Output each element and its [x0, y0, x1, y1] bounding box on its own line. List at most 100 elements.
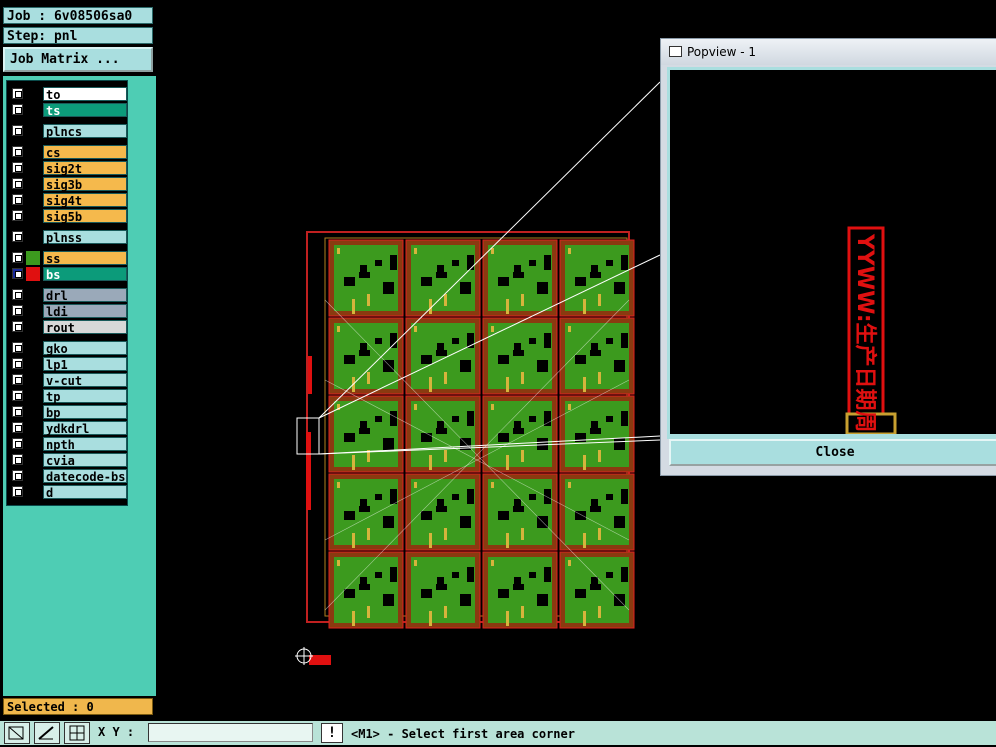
trace-mark [513, 272, 524, 278]
layer-row[interactable]: v-cut [8, 373, 128, 388]
layer-row[interactable]: ldi [8, 304, 128, 319]
layer-checkbox[interactable] [12, 289, 23, 300]
layer-name[interactable]: plnss [43, 230, 127, 245]
snap-button[interactable] [64, 722, 90, 744]
layer-checkbox[interactable] [12, 252, 23, 263]
step-name-field: Step: pnl [3, 27, 153, 44]
layer-row[interactable]: cs [8, 145, 128, 160]
layer-checkbox[interactable] [12, 454, 23, 465]
layer-row[interactable]: bp [8, 405, 128, 420]
layer-row[interactable]: sig4t [8, 193, 128, 208]
trace-mark [590, 506, 601, 512]
layer-checkbox[interactable] [12, 178, 23, 189]
popview-canvas[interactable]: YYWW:生产日期周 [670, 70, 996, 436]
trace-mark [575, 355, 586, 364]
layer-checkbox[interactable] [12, 438, 23, 449]
layer-checkbox[interactable] [12, 146, 23, 157]
trace-mark [429, 611, 432, 626]
layer-row[interactable]: lp1 [8, 357, 128, 372]
layer-name[interactable]: sig5b [43, 209, 127, 224]
trace-mark [598, 294, 601, 306]
layer-color-swatch[interactable] [26, 267, 40, 281]
trace-mark [537, 282, 548, 294]
layer-name[interactable]: datecode-bs [43, 469, 127, 484]
job-matrix-button[interactable]: Job Matrix ... [3, 47, 153, 72]
layer-row[interactable]: d [8, 485, 128, 500]
layer-checkbox[interactable] [12, 104, 23, 115]
layer-name[interactable]: ss [43, 251, 127, 266]
layer-row[interactable]: npth [8, 437, 128, 452]
trace-mark [429, 455, 432, 470]
layer-name[interactable]: lp1 [43, 357, 127, 372]
close-button[interactable]: Close [669, 439, 996, 466]
layer-name[interactable]: v-cut [43, 373, 127, 388]
layer-checkbox[interactable] [12, 422, 23, 433]
layer-name[interactable]: cvia [43, 453, 127, 468]
layer-row[interactable]: plncs [8, 124, 128, 139]
layer-checkbox[interactable] [12, 210, 23, 221]
window-icon [669, 46, 682, 57]
trace-mark [359, 272, 370, 278]
layer-row[interactable]: gko [8, 341, 128, 356]
layer-color-swatch[interactable] [26, 251, 40, 265]
layer-row[interactable]: ydkdrl [8, 421, 128, 436]
layer-name[interactable]: drl [43, 288, 127, 303]
coordinate-input[interactable] [148, 723, 313, 742]
layer-name[interactable]: gko [43, 341, 127, 356]
layer-row[interactable]: sig2t [8, 161, 128, 176]
layer-row[interactable]: rout [8, 320, 128, 335]
layer-checkbox[interactable] [12, 390, 23, 401]
layer-checkbox[interactable] [12, 231, 23, 242]
layer-row[interactable]: datecode-bs [8, 469, 128, 484]
layer-checkbox[interactable] [12, 406, 23, 417]
measure-button[interactable] [34, 722, 60, 744]
trace-mark [606, 338, 613, 344]
layer-row[interactable]: sig5b [8, 209, 128, 224]
layer-row[interactable]: ts [8, 103, 128, 118]
layer-checkbox[interactable] [12, 194, 23, 205]
popview-titlebar[interactable]: Popview - 1 [661, 39, 996, 65]
trace-mark [452, 338, 459, 344]
layer-name[interactable]: sig3b [43, 177, 127, 192]
layer-row[interactable]: to [8, 87, 128, 102]
layer-row[interactable]: tp [8, 389, 128, 404]
layer-row[interactable]: cvia [8, 453, 128, 468]
layer-row[interactable]: sig3b [8, 177, 128, 192]
layer-name[interactable]: ldi [43, 304, 127, 319]
zoom-area-button[interactable] [4, 722, 30, 744]
layer-checkbox[interactable] [12, 162, 23, 173]
layer-checkbox[interactable] [12, 374, 23, 385]
layer-name[interactable]: sig2t [43, 161, 127, 176]
layer-name[interactable]: bs [43, 267, 127, 282]
layer-name[interactable]: rout [43, 320, 127, 335]
layer-name[interactable]: ts [43, 103, 127, 118]
layer-checkbox[interactable] [12, 486, 23, 497]
trace-mark [383, 516, 394, 528]
alert-button[interactable]: ! [321, 723, 343, 743]
layer-row[interactable]: ss [8, 251, 128, 266]
layer-row[interactable]: plnss [8, 230, 128, 245]
trace-mark [467, 255, 474, 270]
layer-row[interactable]: drl [8, 288, 128, 303]
layer-name[interactable]: to [43, 87, 127, 102]
layer-checkbox[interactable] [12, 125, 23, 136]
layer-checkbox[interactable] [12, 358, 23, 369]
layer-checkbox[interactable] [12, 321, 23, 332]
layer-checkbox[interactable] [12, 305, 23, 316]
layer-checkbox[interactable] [12, 268, 23, 279]
layer-checkbox[interactable] [12, 88, 23, 99]
layer-name[interactable]: npth [43, 437, 127, 452]
layer-name[interactable]: cs [43, 145, 127, 160]
layer-name[interactable]: ydkdrl [43, 421, 127, 436]
trace-mark [436, 506, 447, 512]
trace-mark [444, 606, 447, 618]
layer-checkbox[interactable] [12, 342, 23, 353]
layer-name[interactable]: tp [43, 389, 127, 404]
layer-name[interactable]: d [43, 485, 127, 500]
trace-mark [337, 326, 340, 332]
layer-name[interactable]: bp [43, 405, 127, 420]
layer-name[interactable]: sig4t [43, 193, 127, 208]
layer-name[interactable]: plncs [43, 124, 127, 139]
layer-checkbox[interactable] [12, 470, 23, 481]
layer-row[interactable]: bs [8, 267, 128, 282]
